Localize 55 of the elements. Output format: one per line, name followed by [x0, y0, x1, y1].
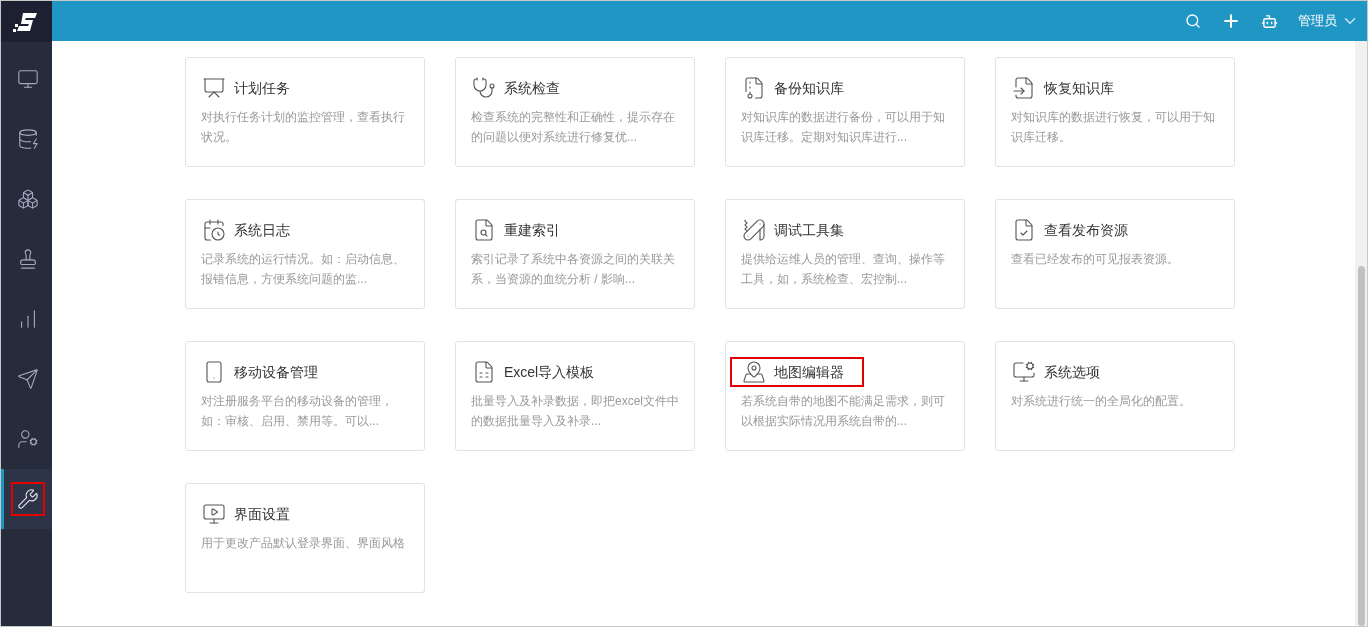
card-description: 对知识库的数据进行恢复，可以用于知识库迁移。	[1011, 109, 1216, 146]
card-title: 调试工具集	[774, 220, 844, 240]
tool-card[interactable]: 重建索引 索引记录了系统中各资源之间的关联关系，当资源的血统分析 / 影响...	[455, 199, 695, 309]
tool-card[interactable]: 查看发布资源 查看已经发布的可见报表资源。	[995, 199, 1235, 309]
stethoscope-icon	[472, 76, 496, 100]
monitor-gear-icon	[1012, 360, 1036, 384]
card-description: 批量导入及补录数据，即把excel文件中的数据批量导入及补录...	[471, 393, 679, 430]
scrollbar-thumb[interactable]	[1357, 266, 1365, 626]
card-description: 用于更改产品默认登录界面、界面风格	[201, 535, 406, 552]
tool-card[interactable]: 备份知识库 对知识库的数据进行备份，可以用于知识库迁移。定期对知识库进行...	[725, 57, 965, 167]
card-title: 查看发布资源	[1044, 220, 1128, 240]
card-description: 若系统自带的地图不能满足需求，则可以根据实际情况用系统自带的...	[741, 393, 946, 430]
monitor-icon	[17, 68, 39, 90]
card-title: Excel导入模板	[504, 362, 595, 382]
card-description: 检查系统的完整性和正确性，提示存在的问题以便对系统进行修复优...	[471, 109, 676, 146]
card-title: 系统日志	[234, 220, 290, 240]
card-description: 索引记录了系统中各资源之间的关联关系，当资源的血统分析 / 影响...	[471, 251, 676, 288]
card-title: 重建索引	[504, 220, 560, 240]
sidebar-item[interactable]	[1, 469, 52, 529]
card-description: 记录系统的运行情况。如：启动信息、报错信息，方便系统问题的监...	[201, 251, 406, 288]
tool-card[interactable]: 移动设备管理 对注册服务平台的移动设备的管理，如：审核、启用、禁用等。可以...	[185, 341, 425, 451]
document-check-icon	[1012, 218, 1036, 242]
card-title: 系统检查	[504, 78, 560, 98]
tool-card[interactable]: 计划任务 对执行任务计划的监控管理，查看执行状况。	[185, 57, 425, 167]
cubes-icon	[17, 188, 39, 210]
card-description: 对执行任务计划的监控管理，查看执行状况。	[201, 109, 406, 146]
card-title: 移动设备管理	[234, 362, 318, 382]
spreadsheet-icon	[472, 360, 496, 384]
add-button[interactable]	[1221, 11, 1241, 31]
tool-card[interactable]: 调试工具集 提供给运维人员的管理、查询、操作等工具，如，系统检查、宏控制...	[725, 199, 965, 309]
tool-card[interactable]: 恢复知识库 对知识库的数据进行恢复，可以用于知识库迁移。	[995, 57, 1235, 167]
card-description: 对注册服务平台的移动设备的管理，如：审核、启用、禁用等。可以...	[201, 393, 394, 430]
card-title: 恢复知识库	[1044, 78, 1114, 98]
card-description: 对知识库的数据进行备份，可以用于知识库迁移。定期对知识库进行...	[741, 109, 946, 146]
search-button[interactable]	[1185, 13, 1201, 29]
tool-card[interactable]: Excel导入模板 批量导入及补录数据，即把excel文件中的数据批量导入及补录...	[455, 341, 695, 451]
card-title: 备份知识库	[774, 78, 844, 98]
stamp-icon	[17, 248, 39, 270]
card-title: 地图编辑器	[774, 362, 844, 382]
card-title: 系统选项	[1044, 362, 1100, 382]
paper-plane-icon	[17, 368, 39, 390]
calendar-clock-icon	[202, 218, 226, 242]
map-pin-icon	[742, 360, 766, 384]
card-title: 计划任务	[234, 78, 290, 98]
user-gear-icon	[17, 428, 39, 450]
card-title: 界面设置	[234, 504, 290, 524]
tool-card[interactable]: 系统日志 记录系统的运行情况。如：启动信息、报错信息，方便系统问题的监...	[185, 199, 425, 309]
tool-card[interactable]: 界面设置 用于更改产品默认登录界面、界面风格	[185, 483, 425, 593]
card-description: 查看已经发布的可见报表资源。	[1011, 251, 1180, 268]
robot-button[interactable]	[1261, 12, 1278, 30]
card-description: 对系统进行统一的全局化的配置。	[1011, 393, 1192, 410]
tool-card[interactable]: 系统选项 对系统进行统一的全局化的配置。	[995, 341, 1235, 451]
tool-card[interactable]: 系统检查 检查系统的完整性和正确性，提示存在的问题以便对系统进行修复优...	[455, 57, 695, 167]
tool-card[interactable]: 地图编辑器 若系统自带的地图不能满足需求，则可以根据实际情况用系统自带的...	[725, 341, 965, 451]
card-description: 提供给运维人员的管理、查询、操作等工具，如，系统检查、宏控制...	[741, 251, 946, 288]
